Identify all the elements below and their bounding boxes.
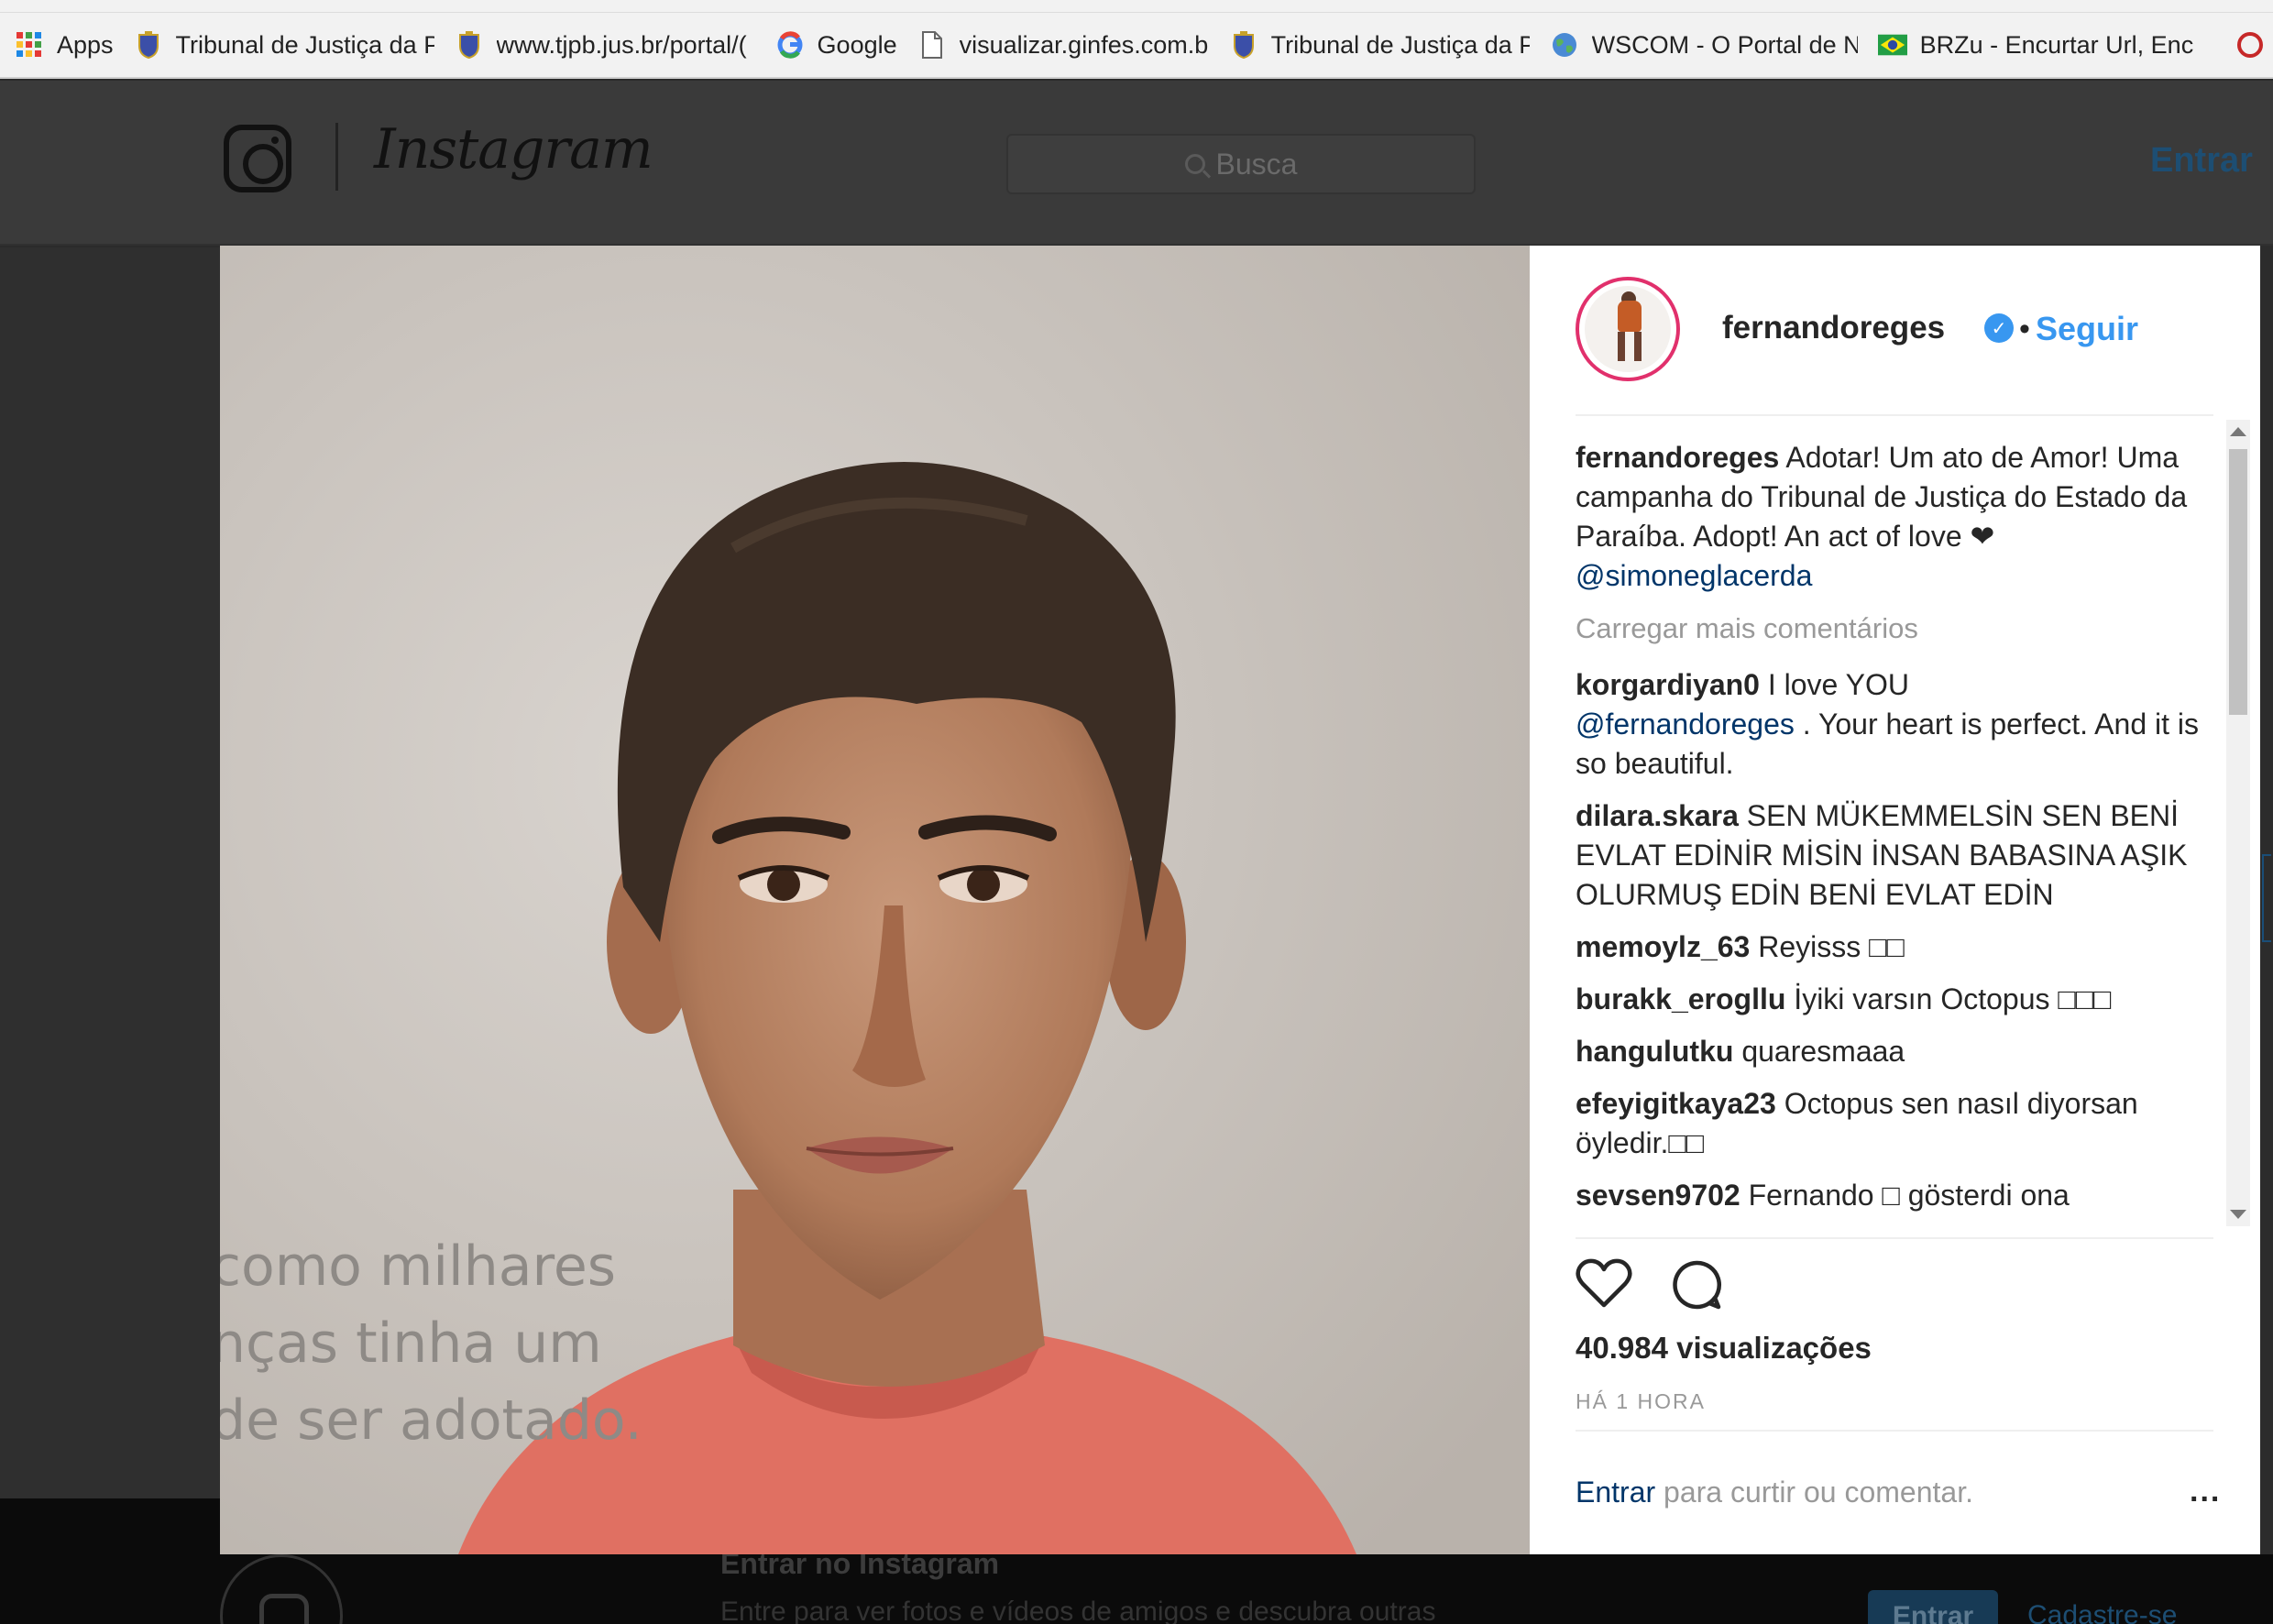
post-timestamp[interactable]: HÁ 1 HORA — [1576, 1389, 1706, 1414]
comment-mention-link[interactable]: @fernandoreges — [1576, 708, 1795, 741]
next-post-edge — [2260, 246, 2273, 1554]
signup-link[interactable]: Cadastre-se — [2027, 1600, 2177, 1624]
more-options-icon[interactable]: ... — [2190, 1474, 2221, 1509]
tribunal-crest-icon — [134, 30, 163, 60]
search-icon — [1184, 154, 1205, 174]
follow-button[interactable]: Seguir — [2036, 310, 2138, 348]
bookmark-label: WSCOM - O Portal de No — [1591, 30, 1858, 59]
bookmark-brzu[interactable]: BRZu - Encurtar Url, Enc — [1877, 13, 2235, 77]
post-video[interactable]: como milhares nças tinha um de ser adota… — [220, 246, 1530, 1554]
overlay-line: como milhares — [220, 1234, 617, 1299]
comment-item: burakk_erogllu İyiki varsın Octopus □□□ — [1576, 980, 2208, 1019]
header-divider — [335, 123, 338, 191]
scroll-up-arrow-icon[interactable] — [2230, 427, 2246, 436]
bookmark-ginfes[interactable]: visualizar.ginfes.com.br/ — [917, 13, 1229, 77]
comment-item: sevsen9702 Fernando □ gösterdi ona — [1576, 1176, 2208, 1215]
caption-mention-link[interactable]: @simoneglacerda — [1576, 559, 1812, 592]
comment-text: quaresmaaa — [1741, 1035, 1905, 1068]
bookmark-label: visualizar.ginfes.com.br/ — [959, 30, 1209, 59]
instagram-wordmark[interactable]: Instagram — [374, 117, 653, 181]
bookmark-label: BRZu - Encurtar Url, Enc — [1919, 30, 2194, 59]
bookmark-overflow[interactable] — [2235, 13, 2273, 77]
instagram-camera-icon[interactable] — [224, 125, 291, 192]
bookmark-google[interactable]: Google — [775, 13, 917, 77]
login-banner-button[interactable]: Entrar — [1868, 1590, 1998, 1624]
comment-bubble-icon[interactable] — [1669, 1257, 1724, 1312]
comment-username[interactable]: efeyigitkaya23 — [1576, 1087, 1776, 1120]
brazil-flag-icon — [1877, 30, 1907, 60]
load-more-comments-link[interactable]: Carregar mais comentários — [1576, 612, 2208, 645]
view-count: 40.984 visualizações — [1576, 1331, 1872, 1365]
comment-text: Reyisss □□ — [1758, 930, 1905, 963]
caption: fernandoreges Adotar! Um ato de Amor! Um… — [1576, 438, 2208, 596]
divider — [1576, 1237, 2213, 1239]
divider — [1576, 1430, 2213, 1432]
comment-username[interactable]: burakk_erogllu — [1576, 982, 1785, 1015]
comment-username[interactable]: sevsen9702 — [1576, 1179, 1740, 1212]
separator-dot: • — [2019, 312, 2030, 346]
comment-username[interactable]: hangulutku — [1576, 1035, 1733, 1068]
bookmark-label: Tribunal de Justiça da Pa — [1270, 30, 1530, 59]
bookmark-apps[interactable]: Apps — [15, 13, 134, 77]
post-author-username[interactable]: fernandoreges — [1722, 310, 1945, 346]
login-prompt: Entrar para curtir ou comentar. — [1576, 1476, 1973, 1509]
post-header: fernandoreges ✓ • Seguir — [1530, 246, 2260, 420]
login-link[interactable]: Entrar — [1576, 1476, 1655, 1509]
login-banner-subtitle: Entre para ver fotos e vídeos de amigos … — [720, 1597, 1436, 1624]
overlay-line: nças tinha um — [220, 1311, 602, 1376]
overlay-line: de ser adotado. — [220, 1388, 642, 1453]
address-bar-edge — [0, 0, 2273, 13]
search-placeholder: Busca — [1215, 147, 1298, 181]
bookmark-label: www.tjpb.jus.br/portal/( — [496, 30, 747, 59]
page-icon — [917, 30, 947, 60]
search-input[interactable]: Busca — [1006, 134, 1476, 194]
bookmark-label: Apps — [57, 30, 114, 59]
bookmarks-bar: Apps Tribunal de Justiça da Pa www.tjpb.… — [0, 13, 2273, 79]
comment-item: hangulutku quaresmaaa — [1576, 1032, 2208, 1071]
scroll-down-arrow-icon[interactable] — [2230, 1210, 2246, 1219]
post-actions — [1576, 1257, 1724, 1322]
red-circle-icon — [2235, 30, 2265, 60]
comment-item: korgardiyan0 I love YOU @fernandoreges .… — [1576, 665, 2208, 784]
bookmark-label: Tribunal de Justiça da Pa — [175, 30, 434, 59]
scrollbar-thumb[interactable] — [2229, 449, 2247, 715]
globe-icon — [1550, 30, 1579, 60]
comment-text: Fernando □ gösterdi ona — [1748, 1179, 2070, 1212]
divider — [1576, 414, 2213, 416]
comment-item: memoylz_63 Reyisss □□ — [1576, 927, 2208, 967]
heart-emoji-icon: ❤ — [1970, 520, 1995, 553]
tribunal-crest-icon — [1229, 30, 1258, 60]
post-modal: como milhares nças tinha um de ser adota… — [220, 246, 2260, 1554]
comment-text: I love YOU — [1767, 668, 1909, 701]
comment-username[interactable]: memoylz_63 — [1576, 930, 1750, 963]
post-sidebar: fernandoreges ✓ • Seguir fernandoreges A… — [1530, 246, 2260, 1554]
google-icon — [775, 30, 805, 60]
verified-badge-icon: ✓ — [1984, 313, 2014, 343]
comment-username[interactable]: korgardiyan0 — [1576, 668, 1760, 701]
bookmark-tribunal-2[interactable]: Tribunal de Justiça da Pa — [1229, 13, 1550, 77]
bookmark-label: Google — [817, 30, 897, 59]
tribunal-crest-icon — [455, 30, 484, 60]
bookmark-tjpb[interactable]: www.tjpb.jus.br/portal/( — [455, 13, 775, 77]
next-post-arrow[interactable] — [2262, 854, 2271, 942]
comment-item: efeyigitkaya23 Octopus sen nasıl diyorsa… — [1576, 1084, 2208, 1163]
avatar[interactable] — [1576, 277, 1680, 381]
video-caption-overlay: como milhares nças tinha um de ser adota… — [220, 1228, 652, 1459]
bookmark-wscom[interactable]: WSCOM - O Portal de No — [1550, 13, 1878, 77]
comments-scrollbar[interactable] — [2226, 420, 2250, 1226]
comment-text: İyiki varsın Octopus □□□ — [1794, 982, 2112, 1015]
header-login-link[interactable]: Entrar — [2150, 141, 2253, 181]
comments-list[interactable]: fernandoreges Adotar! Um ato de Amor! Um… — [1576, 438, 2208, 1245]
comment-username[interactable]: dilara.skara — [1576, 799, 1739, 832]
comment-item: dilara.skara SEN MÜKEMMELSİN SEN BENİ EV… — [1576, 796, 2208, 915]
caption-username[interactable]: fernandoreges — [1576, 441, 1779, 474]
bookmark-tribunal-1[interactable]: Tribunal de Justiça da Pa — [134, 13, 455, 77]
like-heart-icon[interactable] — [1576, 1257, 1632, 1309]
login-prompt-text: para curtir ou comentar. — [1655, 1476, 1973, 1509]
apps-grid-icon — [15, 30, 44, 60]
